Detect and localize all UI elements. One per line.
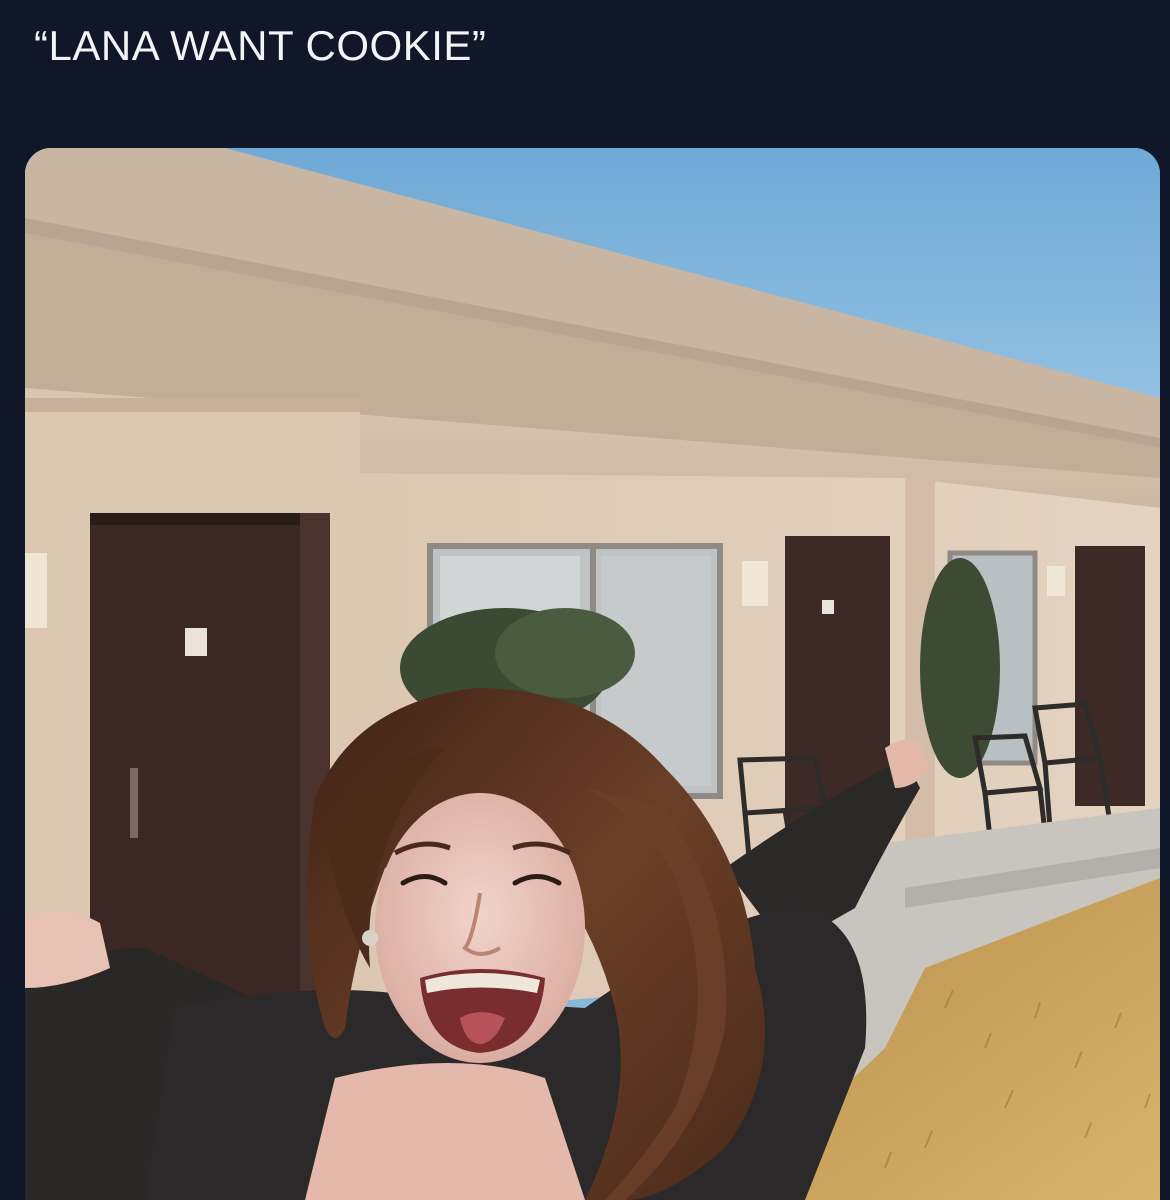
wall-lamp-middle: [742, 561, 768, 606]
photo-illustration: [25, 148, 1160, 1200]
post-photo[interactable]: [25, 148, 1160, 1200]
shrub-right: [920, 558, 1000, 778]
post-caption: “LANA WANT COOKIE”: [34, 22, 487, 69]
wall-lamp-right: [1047, 566, 1065, 596]
post: “LANA WANT COOKIE”: [0, 0, 1170, 1200]
wall-lamp-left: [25, 553, 47, 628]
earring: [362, 930, 378, 946]
door-right: [1075, 546, 1145, 806]
